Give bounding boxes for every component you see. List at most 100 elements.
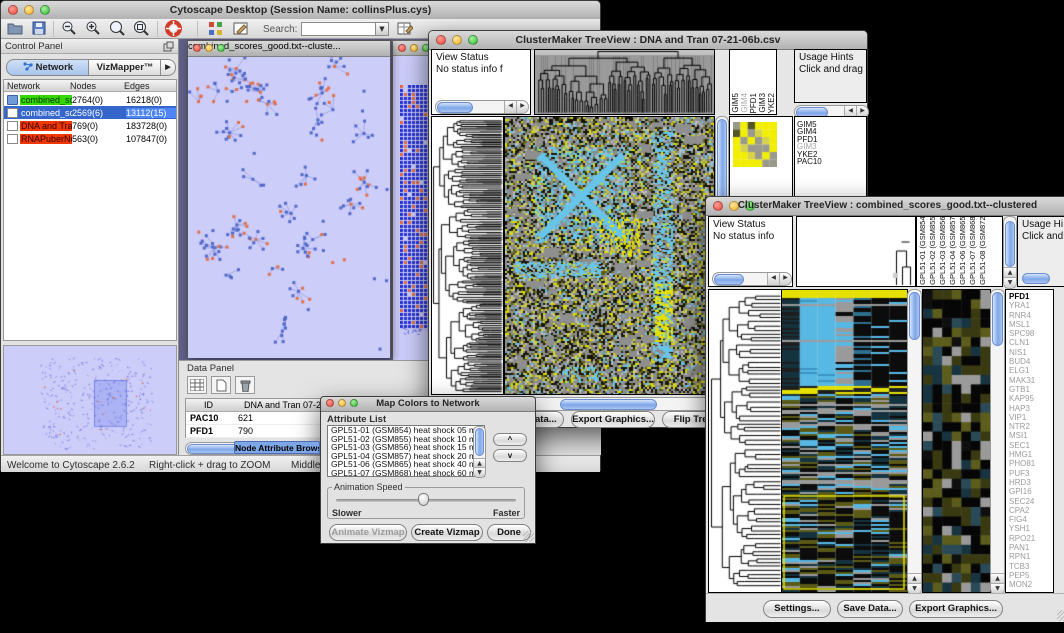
speed-slider-thumb[interactable] bbox=[418, 493, 429, 506]
labels-vscroll[interactable]: ▲ ▼ bbox=[1003, 216, 1017, 289]
scroll-thumb[interactable] bbox=[1022, 273, 1050, 284]
gene-label: PUF3 bbox=[1006, 469, 1035, 478]
scroll-left-icon[interactable]: ◀ bbox=[504, 101, 516, 113]
network-canvas[interactable] bbox=[188, 57, 390, 358]
zoom-fit-button[interactable] bbox=[131, 19, 151, 37]
usage-hints-panel: Usage Hi Click and bbox=[1017, 216, 1064, 287]
scroll-left-icon[interactable]: ◀ bbox=[767, 273, 779, 285]
close-button[interactable] bbox=[398, 44, 406, 52]
treeview2-titlebar[interactable]: ClusterMaker TreeView : combined_scores_… bbox=[706, 197, 1064, 216]
annotation-button[interactable] bbox=[231, 19, 251, 37]
resize-grip[interactable] bbox=[1057, 610, 1064, 621]
close-button[interactable] bbox=[193, 44, 201, 52]
treeview2-bottom-bar: Settings... Save Data... Export Graphics… bbox=[706, 593, 1064, 622]
network-titlebar[interactable]: combined_scores_good.txt--cluste... bbox=[188, 41, 390, 57]
scroll-thumb[interactable] bbox=[909, 292, 920, 340]
cell-value: 621 bbox=[238, 413, 253, 423]
zoom-window-button[interactable] bbox=[217, 44, 225, 52]
zoom-out-button[interactable] bbox=[59, 19, 79, 37]
export-graphics-button[interactable]: Export Graphics... bbox=[571, 411, 655, 428]
heatmap[interactable] bbox=[781, 289, 908, 593]
delete-attribute-button[interactable] bbox=[235, 376, 255, 394]
gene-label: MSL1 bbox=[1006, 320, 1035, 329]
save-session-button[interactable] bbox=[29, 19, 49, 37]
view-status-hscroll[interactable]: ◀ ▶ bbox=[435, 100, 529, 114]
scroll-down-icon[interactable]: ▼ bbox=[1004, 277, 1016, 288]
move-up-button[interactable]: ^ bbox=[493, 433, 527, 446]
heatmap[interactable] bbox=[504, 116, 715, 395]
zoom-vscroll[interactable]: ▲ ▼ bbox=[990, 289, 1005, 595]
float-panel-icon[interactable] bbox=[163, 41, 174, 52]
scroll-thumb[interactable] bbox=[475, 428, 484, 456]
dialog-title: Map Colors to Network bbox=[321, 398, 535, 409]
search-label: Search: bbox=[263, 24, 297, 35]
gene-label: MON2 bbox=[1006, 580, 1035, 589]
column-dendrogram[interactable] bbox=[796, 216, 916, 287]
open-session-button[interactable] bbox=[5, 19, 25, 37]
search-input[interactable] bbox=[301, 22, 379, 36]
gene-label: PAN1 bbox=[1006, 543, 1035, 552]
view-status-hscroll[interactable]: ◀ ▶ bbox=[712, 272, 792, 286]
minimize-button[interactable] bbox=[205, 44, 213, 52]
zoom-in-button[interactable] bbox=[83, 19, 103, 37]
move-down-button[interactable]: v bbox=[493, 449, 527, 462]
scroll-thumb[interactable] bbox=[992, 292, 1003, 346]
column-dendrogram[interactable] bbox=[534, 49, 715, 115]
list-vscroll[interactable]: ▲ ▼ bbox=[473, 426, 486, 478]
settings-button[interactable]: Settings... bbox=[763, 600, 831, 618]
slower-label: Slower bbox=[332, 508, 362, 518]
scroll-right-icon[interactable]: ▶ bbox=[779, 273, 791, 285]
scroll-thumb[interactable] bbox=[714, 274, 744, 285]
network-row[interactable]: combined_sco2569(6)13112(15) bbox=[4, 106, 176, 119]
network-tab-icon bbox=[23, 62, 33, 71]
heatmap-vscroll[interactable]: ▲ ▼ bbox=[907, 289, 922, 595]
data-panel-title: Data Panel bbox=[187, 363, 234, 374]
birdseye-view[interactable] bbox=[3, 345, 177, 455]
tab-vizmapper[interactable]: VizMapper™ bbox=[88, 59, 162, 76]
network-name: combined_scores_ bbox=[20, 95, 72, 105]
save-icon bbox=[32, 21, 46, 35]
scroll-thumb[interactable] bbox=[437, 102, 473, 113]
zoom-heatmap[interactable] bbox=[922, 289, 991, 593]
network-row[interactable]: combined_scores_2764(0)16218(0) bbox=[4, 93, 176, 106]
save-data-button[interactable]: Save Data... bbox=[837, 600, 903, 618]
main-titlebar[interactable]: Cytoscape Desktop (Session Name: collins… bbox=[1, 1, 600, 20]
treeview1-titlebar[interactable]: ClusterMaker TreeView : DNA and Tran 07-… bbox=[429, 31, 867, 50]
animation-speed-label: Animation Speed bbox=[332, 482, 405, 492]
zoom-matrix[interactable] bbox=[733, 122, 777, 167]
node-count: 2569(6) bbox=[72, 108, 126, 118]
attribute-item[interactable]: GPL51-07 (GSM868) heat shock 60 min bbox=[328, 469, 484, 477]
resize-grip[interactable] bbox=[523, 531, 534, 542]
attribute-items: GPL51-01 (GSM854) heat shock 05 minGPL51… bbox=[328, 426, 484, 477]
scroll-thumb[interactable] bbox=[1005, 221, 1015, 267]
minimize-button[interactable] bbox=[410, 44, 418, 52]
help-button[interactable] bbox=[163, 19, 183, 37]
scroll-down-icon[interactable]: ▼ bbox=[474, 467, 485, 477]
row-dendrogram[interactable] bbox=[431, 116, 504, 395]
scroll-right-icon[interactable]: ▶ bbox=[516, 101, 528, 113]
tab-network[interactable]: Network bbox=[6, 59, 90, 76]
column-label: GPL51-03 (GSM856) bbox=[939, 216, 947, 285]
row-dendrogram[interactable] bbox=[708, 289, 783, 593]
gene-label: RPN1 bbox=[1006, 552, 1035, 561]
edge-count: 183728(0) bbox=[126, 121, 176, 131]
usage-hints-text: Click and drag to bbox=[795, 64, 866, 76]
table-view-button[interactable] bbox=[187, 376, 207, 394]
export-graphics-button[interactable]: Export Graphics... bbox=[909, 600, 1003, 618]
annotation-icon bbox=[233, 21, 249, 36]
more-tabs-button[interactable]: ▶ bbox=[160, 59, 176, 76]
create-vizmap-button[interactable]: Create Vizmap bbox=[411, 524, 483, 541]
attribute-listbox[interactable]: GPL51-01 (GSM854) heat shock 05 minGPL51… bbox=[327, 425, 485, 477]
network-row[interactable]: RNAPuberNov2+563(0)107847(0) bbox=[4, 132, 176, 145]
new-attribute-button[interactable] bbox=[211, 376, 231, 394]
node-attribute-browser-tab[interactable]: Node Attribute Brows bbox=[234, 441, 320, 454]
zoom-selected-button[interactable] bbox=[107, 19, 127, 37]
vizmap-button[interactable] bbox=[205, 19, 225, 37]
dialog-titlebar[interactable]: Map Colors to Network bbox=[321, 397, 535, 412]
scroll-thumb[interactable] bbox=[560, 399, 657, 410]
gene-label: HRD3 bbox=[1006, 478, 1035, 487]
search-dropdown-button[interactable]: ▼ bbox=[375, 22, 389, 36]
network-row[interactable]: DNA and Tran 07769(0)183728(0) bbox=[4, 119, 176, 132]
attribute-browser-button[interactable] bbox=[395, 19, 415, 37]
animate-vizmap-button[interactable]: Animate Vizmap bbox=[329, 524, 407, 541]
